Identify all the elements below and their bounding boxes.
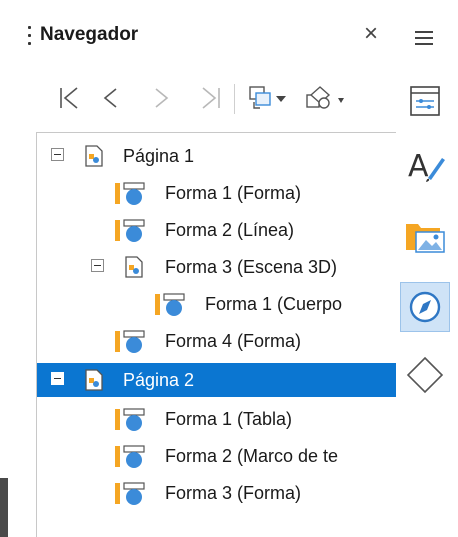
collapse-toggle[interactable] <box>91 259 104 272</box>
properties-button[interactable] <box>400 76 450 126</box>
tree-item-page-2[interactable]: Página 2 <box>37 363 396 397</box>
tree-item-shape[interactable]: Forma 1 (Forma) <box>37 176 396 210</box>
drag-grip-icon[interactable] <box>28 24 32 48</box>
shapes-filter-button[interactable] <box>302 82 350 114</box>
navigator-icon <box>409 291 441 323</box>
tree-item-shape[interactable]: Forma 1 (Tabla) <box>37 402 396 436</box>
hamburger-icon <box>415 31 433 33</box>
left-edge <box>0 0 10 537</box>
tree-item-label: Página 2 <box>123 370 195 390</box>
tree-item-group[interactable]: Forma 3 (Escena 3D) <box>37 250 396 284</box>
last-icon <box>202 87 220 109</box>
drag-mode-icon <box>249 86 286 109</box>
tree-item-shape[interactable]: Forma 3 (Forma) <box>37 476 396 510</box>
panel-title: Navegador <box>40 24 139 45</box>
shape-icon <box>115 182 145 205</box>
group-icon <box>125 256 143 278</box>
gallery-button[interactable] <box>400 210 450 260</box>
styles-icon: A <box>408 149 445 184</box>
scroll-strip <box>0 478 8 537</box>
close-button[interactable]: × <box>356 18 386 50</box>
tree-item-label: Página 1 <box>123 146 195 166</box>
collapse-toggle[interactable] <box>51 372 64 385</box>
shape-icon <box>115 330 145 353</box>
toolbar-separator <box>234 84 235 114</box>
styles-button[interactable]: A <box>400 140 450 190</box>
tree-item-page-1[interactable]: Página 1 <box>37 139 396 173</box>
next-icon <box>155 88 169 108</box>
shape-icon <box>115 219 145 242</box>
tree-item-label: Forma 3 (Forma) <box>165 483 302 503</box>
previous-button[interactable] <box>100 82 122 114</box>
next-button[interactable] <box>150 82 172 114</box>
navigator-button[interactable] <box>400 282 450 332</box>
tree-item-label: Forma 2 (Línea) <box>165 220 295 240</box>
navigator-tree[interactable]: Página 1 Forma 1 (Forma) Forma 2 (Línea)… <box>36 132 396 537</box>
shape-icon <box>115 408 145 431</box>
shapes-icon <box>306 86 344 109</box>
menu-button[interactable] <box>408 20 438 52</box>
tree-item-shape[interactable]: Forma 4 (Forma) <box>37 324 396 358</box>
tree-item-label: Forma 4 (Forma) <box>165 331 302 351</box>
tree-item-shape[interactable]: Forma 2 (Marco de te <box>37 439 396 473</box>
tree-item-label: Forma 1 (Cuerpo <box>205 294 343 314</box>
shape-icon <box>115 482 145 505</box>
shapes-button[interactable] <box>400 350 450 400</box>
svg-text:A: A <box>408 149 429 184</box>
tree-item-label: Forma 1 (Forma) <box>165 183 302 203</box>
chevron-down-icon <box>338 98 344 103</box>
page-icon <box>85 369 103 391</box>
sidebar-deck: A <box>396 68 458 537</box>
shape-icon <box>155 293 185 316</box>
previous-icon <box>103 88 117 108</box>
last-button[interactable] <box>198 82 224 114</box>
first-icon <box>60 87 78 109</box>
chevron-down-icon <box>276 96 286 102</box>
tree-item-label: Forma 1 (Tabla) <box>165 409 293 429</box>
collapse-toggle[interactable] <box>51 148 64 161</box>
drag-mode-button[interactable] <box>246 82 292 114</box>
tree-item-shape[interactable]: Forma 2 (Línea) <box>37 213 396 247</box>
gallery-icon <box>406 224 445 253</box>
tree-item-shape[interactable]: Forma 1 (Cuerpo <box>37 287 396 321</box>
shape-icon <box>115 445 145 468</box>
page-icon <box>85 145 103 167</box>
properties-icon <box>410 86 440 116</box>
first-button[interactable] <box>56 82 82 114</box>
tree-item-label: Forma 3 (Escena 3D) <box>165 257 338 277</box>
shapes-icon <box>406 356 444 394</box>
tree-item-label: Forma 2 (Marco de te <box>165 446 339 466</box>
